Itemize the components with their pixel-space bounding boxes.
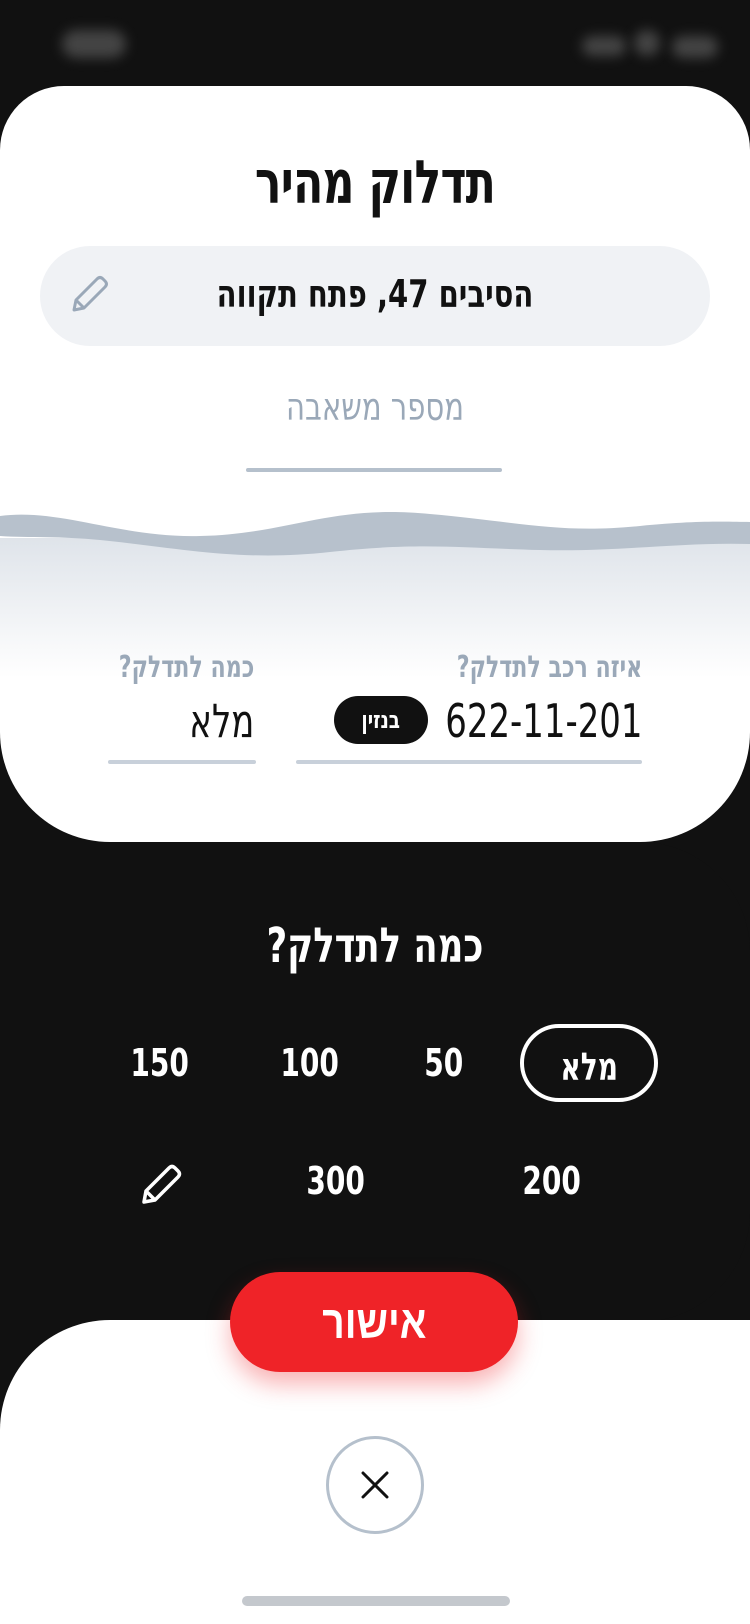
amount-option-full[interactable]: מלא [520, 1024, 658, 1102]
vehicle-field-underline [296, 760, 642, 764]
quick-fuel-screen: תדלוק מהיר הסיבים 47, פתח תקווה מספר משא… [0, 0, 750, 1624]
status-bar-time [62, 30, 126, 58]
status-bar-wifi-icon [634, 30, 660, 56]
address-selector[interactable]: הסיבים 47, פתח תקווה [40, 246, 710, 346]
home-indicator[interactable] [242, 1596, 510, 1606]
status-bar-signal-icon [582, 36, 626, 56]
amount-option-200[interactable]: 200 [502, 1142, 602, 1220]
amount-picker-title: כמה לתדלק? [266, 918, 484, 974]
page-title: תדלוק מהיר [254, 148, 496, 218]
amount-field-underline [108, 760, 256, 764]
fuel-type-badge: בנזין [334, 696, 428, 744]
close-icon [361, 1471, 389, 1499]
amount-option-150[interactable]: 150 [110, 1024, 210, 1102]
pump-number-input[interactable]: מספר משאבה [56, 385, 694, 429]
amount-option-100[interactable]: 100 [260, 1024, 360, 1102]
amount-field-label: כמה לתדלק? [118, 650, 254, 685]
pump-number-underline [246, 468, 502, 472]
close-button[interactable] [326, 1436, 424, 1534]
address-text: הסיבים 47, פתח תקווה [216, 272, 534, 316]
amount-option-300[interactable]: 300 [286, 1142, 386, 1220]
amount-option-50[interactable]: 50 [404, 1024, 484, 1102]
status-bar-battery-icon [672, 36, 718, 58]
vehicle-plate[interactable]: 622-11-201 [445, 694, 642, 748]
confirm-button[interactable]: אישור [230, 1272, 518, 1372]
amount-field-value[interactable]: מלא [189, 694, 254, 748]
edit-address-icon[interactable] [66, 272, 112, 318]
vehicle-field-label: איזה רכב לתדלק? [456, 650, 642, 685]
custom-amount-edit-icon[interactable] [138, 1160, 186, 1208]
